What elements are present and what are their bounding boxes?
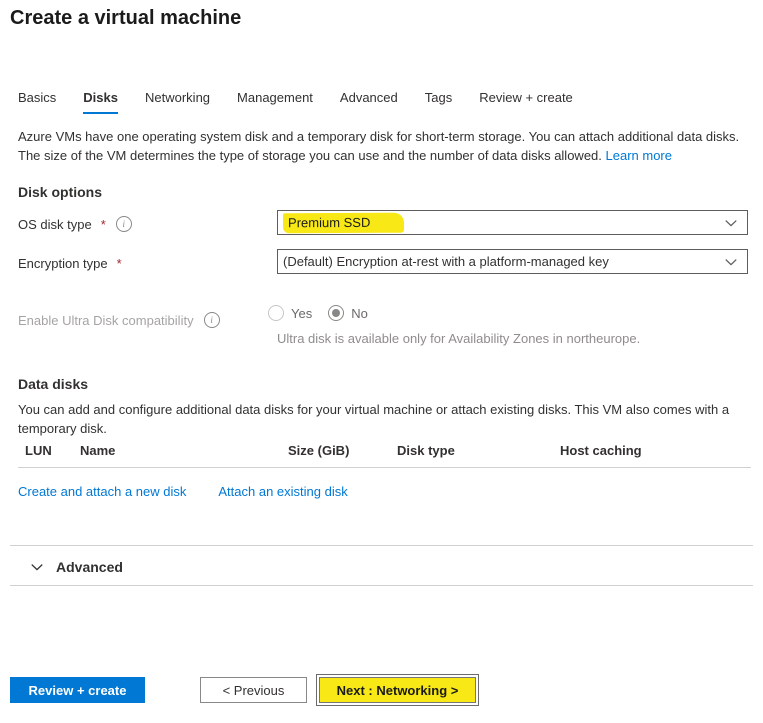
tab-tags[interactable]: Tags [425, 90, 452, 114]
radio-option-no: No [328, 305, 368, 321]
attach-existing-disk-link[interactable]: Attach an existing disk [218, 484, 347, 499]
radio-label-no: No [351, 306, 368, 321]
column-header-lun: LUN [25, 443, 80, 458]
tab-review-create[interactable]: Review + create [479, 90, 573, 114]
column-header-name: Name [80, 443, 288, 458]
column-header-disk-type: Disk type [397, 443, 560, 458]
info-icon[interactable]: i [204, 312, 220, 328]
advanced-expander-label: Advanced [56, 559, 123, 575]
data-disks-description: You can add and configure additional dat… [18, 400, 740, 438]
ultra-disk-helper-text: Ultra disk is available only for Availab… [277, 331, 640, 346]
wizard-tabs: Basics Disks Networking Management Advan… [18, 90, 573, 114]
radio-option-yes: Yes [268, 305, 312, 321]
encryption-type-dropdown[interactable]: (Default) Encryption at-rest with a plat… [277, 249, 748, 274]
data-disk-actions: Create and attach a new disk Attach an e… [18, 484, 348, 499]
radio-button-no [328, 305, 344, 321]
previous-button[interactable]: < Previous [200, 677, 307, 703]
chevron-down-icon [724, 255, 738, 269]
radio-button-yes [268, 305, 284, 321]
encryption-type-label-text: Encryption type [18, 256, 108, 271]
required-marker: * [101, 217, 106, 232]
encryption-type-value: (Default) Encryption at-rest with a plat… [283, 254, 609, 269]
ultra-disk-label-text: Enable Ultra Disk compatibility [18, 313, 194, 328]
encryption-type-label: Encryption type * [18, 256, 122, 271]
chevron-down-icon [724, 216, 738, 230]
tab-basics[interactable]: Basics [18, 90, 56, 114]
info-icon[interactable]: i [116, 216, 132, 232]
tab-disks[interactable]: Disks [83, 90, 118, 114]
disk-options-heading: Disk options [18, 184, 102, 200]
tab-networking[interactable]: Networking [145, 90, 210, 114]
learn-more-link[interactable]: Learn more [606, 148, 672, 163]
os-disk-type-label: OS disk type * i [18, 216, 132, 232]
chevron-down-icon [30, 560, 44, 574]
divider [10, 545, 753, 546]
create-vm-page: Create a virtual machine Basics Disks Ne… [0, 0, 763, 723]
intro-text: Azure VMs have one operating system disk… [18, 127, 752, 165]
column-header-host-caching: Host caching [560, 443, 751, 458]
review-create-button[interactable]: Review + create [10, 677, 145, 703]
highlight-annotation: Premium SSD [283, 212, 404, 233]
advanced-expander[interactable]: Advanced [30, 559, 123, 575]
page-title: Create a virtual machine [10, 7, 241, 30]
column-header-size: Size (GiB) [288, 443, 397, 458]
os-disk-type-label-text: OS disk type [18, 217, 92, 232]
divider [10, 585, 753, 586]
data-disks-table-header: LUN Name Size (GiB) Disk type Host cachi… [18, 443, 751, 468]
data-disks-heading: Data disks [18, 376, 88, 392]
next-networking-button[interactable]: Next : Networking > [319, 677, 476, 703]
radio-label-yes: Yes [291, 306, 312, 321]
os-disk-type-dropdown[interactable]: Premium SSD [277, 210, 748, 235]
ultra-disk-label: Enable Ultra Disk compatibility i [18, 312, 220, 328]
required-marker: * [117, 256, 122, 271]
tab-management[interactable]: Management [237, 90, 313, 114]
tab-advanced[interactable]: Advanced [340, 90, 398, 114]
ultra-disk-radio-group: Yes No [268, 305, 368, 321]
create-attach-new-disk-link[interactable]: Create and attach a new disk [18, 484, 186, 499]
os-disk-type-value: Premium SSD [288, 214, 370, 229]
